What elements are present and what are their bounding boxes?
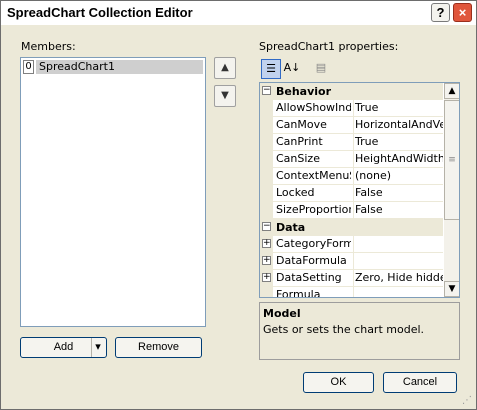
resize-grip-icon[interactable]: ⋰ — [462, 395, 474, 407]
collection-editor-window: SpreadChart Collection Editor ? × Member… — [0, 0, 477, 410]
property-name: Locked — [276, 186, 315, 199]
property-grid-toolbar: ☰ A↓ ▤ — [259, 57, 460, 81]
property-value[interactable] — [353, 253, 443, 269]
remove-button[interactable]: Remove — [115, 337, 202, 358]
property-value[interactable]: True — [353, 134, 443, 150]
property-name: ContextMenuSt — [276, 169, 351, 182]
property-name: DataFormula — [276, 254, 347, 267]
cancel-button[interactable]: Cancel — [383, 372, 457, 393]
property-name: CanPrint — [276, 135, 323, 148]
property-name: Formula — [276, 288, 321, 298]
property-pages-icon[interactable]: ▤ — [311, 59, 331, 79]
property-name: AllowShowIndic — [276, 101, 351, 114]
ok-button[interactable]: OK — [303, 372, 374, 393]
members-label: Members: — [21, 40, 76, 53]
property-value[interactable]: HorizontalAndVerti — [353, 117, 443, 133]
move-up-button[interactable]: ▲ — [214, 57, 236, 79]
property-grid[interactable]: − Behavior AllowShowIndic True CanMove H… — [259, 82, 460, 298]
property-name: CanSize — [276, 152, 320, 165]
scroll-up-icon[interactable]: ▲ — [444, 83, 459, 99]
category-label: Behavior — [276, 85, 332, 98]
member-name: SpreadChart1 — [36, 60, 203, 74]
list-item[interactable]: 0 SpreadChart1 — [23, 60, 203, 74]
collapse-icon[interactable]: − — [262, 86, 271, 95]
member-index: 0 — [23, 60, 34, 74]
description-panel: Model Gets or sets the chart model. — [259, 302, 460, 360]
property-value[interactable]: False — [353, 202, 443, 218]
properties-label: SpreadChart1 properties: — [259, 40, 399, 53]
title-bar: SpreadChart Collection Editor ? × — [1, 1, 476, 25]
close-button[interactable]: × — [453, 3, 472, 22]
category-label: Data — [276, 221, 306, 234]
description-text: Gets or sets the chart model. — [263, 323, 425, 336]
property-row[interactable]: Formula — [260, 287, 443, 298]
property-row[interactable]: CanMove HorizontalAndVerti — [260, 117, 443, 134]
add-button[interactable]: Add ▾ — [20, 337, 107, 358]
window-title: SpreadChart Collection Editor — [7, 5, 193, 20]
property-row[interactable]: + DataFormula — [260, 253, 443, 270]
property-row[interactable]: + CategoryFormu — [260, 236, 443, 253]
scroll-down-icon[interactable]: ▼ — [444, 281, 459, 297]
property-value[interactable]: HeightAndWidth — [353, 151, 443, 167]
chevron-down-icon[interactable]: ▾ — [91, 338, 104, 357]
expand-icon[interactable]: + — [262, 239, 271, 248]
property-name: DataSetting — [276, 271, 342, 284]
property-value[interactable]: Zero, Hide hidden — [353, 270, 443, 286]
property-row[interactable]: + DataSetting Zero, Hide hidden — [260, 270, 443, 287]
scroll-thumb[interactable]: ≡ — [444, 100, 459, 220]
arrow-down-icon: ▼ — [221, 90, 229, 101]
description-title: Model — [263, 307, 301, 320]
property-row[interactable]: Locked False — [260, 185, 443, 202]
add-button-label: Add — [53, 341, 74, 353]
property-value[interactable] — [353, 236, 443, 252]
collapse-icon[interactable]: − — [262, 222, 271, 231]
members-list[interactable]: 0 SpreadChart1 — [20, 57, 206, 327]
property-row[interactable]: AllowShowIndic True — [260, 100, 443, 117]
property-name: SizeProportiona — [276, 203, 351, 216]
category-behavior[interactable]: − Behavior — [260, 83, 443, 100]
property-value[interactable]: True — [353, 100, 443, 116]
move-down-button[interactable]: ▼ — [214, 85, 236, 107]
property-value[interactable]: (none) — [353, 168, 443, 184]
category-data[interactable]: − Data — [260, 219, 443, 236]
expand-icon[interactable]: + — [262, 273, 271, 282]
categorized-icon[interactable]: ☰ — [261, 59, 281, 79]
property-name: CategoryFormu — [276, 237, 351, 250]
expand-icon[interactable]: + — [262, 256, 271, 265]
property-row[interactable]: CanPrint True — [260, 134, 443, 151]
arrow-up-icon: ▲ — [221, 62, 229, 73]
property-row[interactable]: SizeProportiona False — [260, 202, 443, 219]
property-name: CanMove — [276, 118, 327, 131]
property-value[interactable]: False — [353, 185, 443, 201]
help-button[interactable]: ? — [431, 3, 450, 22]
alphabetical-icon[interactable]: A↓ — [282, 59, 302, 79]
property-value[interactable] — [353, 287, 443, 297]
property-row[interactable]: CanSize HeightAndWidth — [260, 151, 443, 168]
property-row[interactable]: ContextMenuSt (none) — [260, 168, 443, 185]
property-grid-scrollbar[interactable]: ▲ ≡ ▼ — [444, 83, 459, 297]
